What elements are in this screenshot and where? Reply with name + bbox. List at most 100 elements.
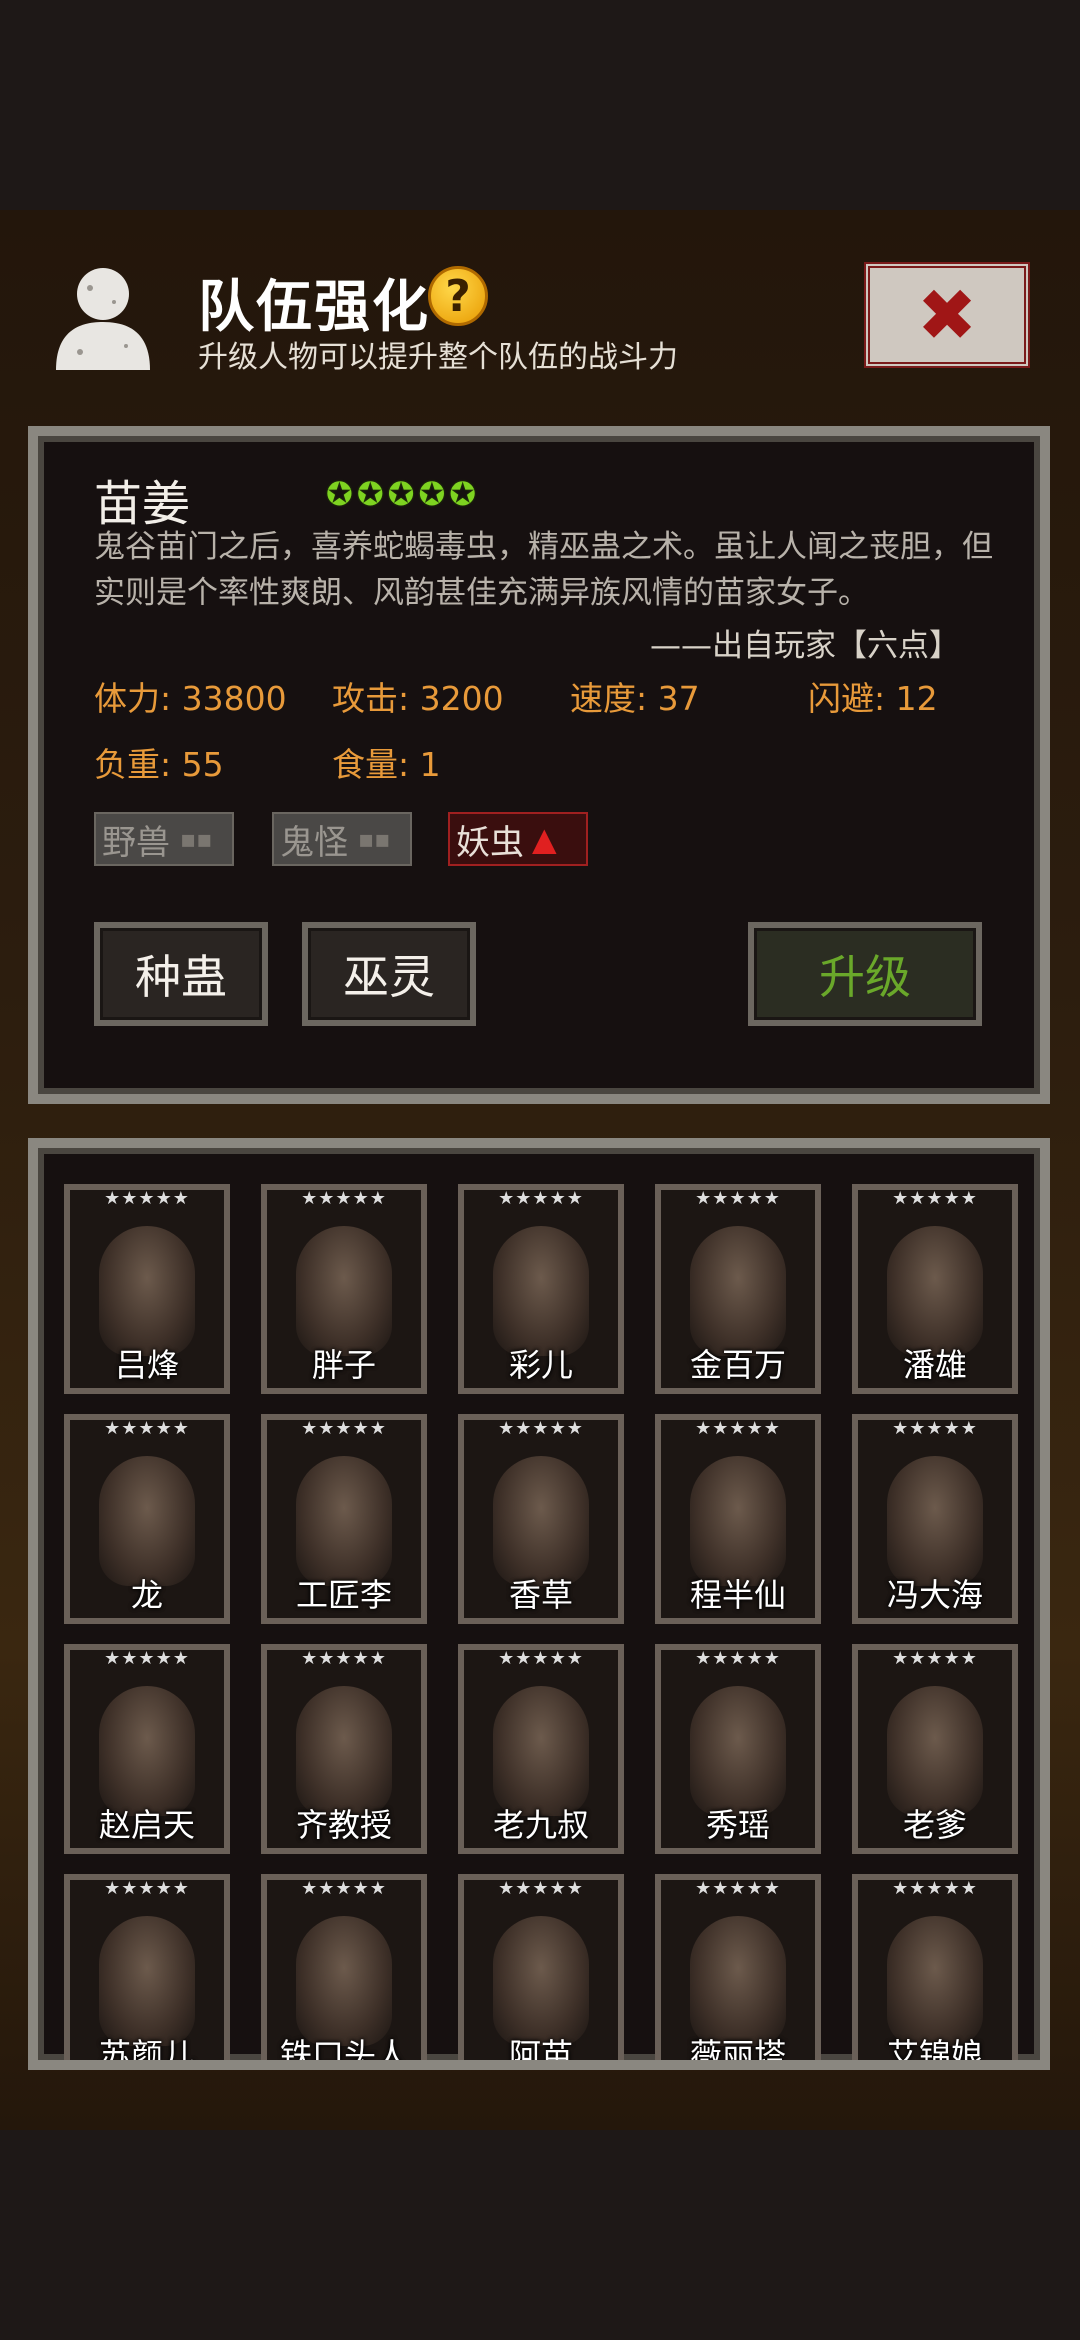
card-stars: ★★★★★ <box>498 1878 584 1899</box>
upgrade-button[interactable]: 升级 <box>748 922 982 1026</box>
help-icon[interactable]: ? <box>428 266 488 326</box>
stat-speed: 速度: 37 <box>570 679 700 718</box>
page-subtitle: 升级人物可以提升整个队伍的战斗力 <box>198 340 678 375</box>
character-card-name: 潘雄 <box>902 1346 967 1384</box>
character-card[interactable]: ★★★★★ 老九叔 <box>458 1644 624 1854</box>
stat-load: 负重: 55 <box>94 745 224 784</box>
seed-gu-button[interactable]: 种蛊 <box>94 922 268 1026</box>
character-card[interactable]: ★★★★★ 阿苗 <box>458 1874 624 2070</box>
character-card-name: 胖子 <box>311 1346 376 1384</box>
character-card-name: 老九叔 <box>492 1806 589 1844</box>
character-card[interactable]: ★★★★★ 金百万 <box>655 1184 821 1394</box>
character-card-name: 阿苗 <box>508 2036 573 2070</box>
character-portrait <box>296 1686 392 1816</box>
character-card[interactable]: ★★★★★ 潘雄 <box>852 1184 1018 1394</box>
card-stars: ★★★★★ <box>104 1878 190 1899</box>
character-card-name: 香草 <box>508 1576 573 1614</box>
close-button[interactable]: ✖ <box>864 262 1030 368</box>
character-card[interactable]: ★★★★★ 工匠李 <box>261 1414 427 1624</box>
character-card[interactable]: ★★★★★ 彩儿 <box>458 1184 624 1394</box>
card-stars: ★★★★★ <box>892 1878 978 1899</box>
character-card-name: 彩儿 <box>508 1346 573 1384</box>
character-card[interactable]: ★★★★★ 赵启天 <box>64 1644 230 1854</box>
character-portrait <box>887 1686 983 1816</box>
character-portrait <box>887 1226 983 1356</box>
tag-insect: 妖虫 ▲ <box>448 812 588 866</box>
person-silhouette-icon <box>56 268 150 370</box>
character-portrait <box>690 1226 786 1356</box>
card-stars: ★★★★★ <box>498 1188 584 1209</box>
tag-beast: 野兽 ▪▪ <box>94 812 234 866</box>
character-portrait <box>493 1686 589 1816</box>
character-card-name: 冯大海 <box>886 1576 983 1614</box>
character-portrait <box>99 1226 195 1356</box>
character-card-name: 秀瑶 <box>705 1806 770 1844</box>
card-stars: ★★★★★ <box>301 1418 387 1439</box>
star-icon: ✪ <box>449 475 477 513</box>
character-card[interactable]: ★★★★★ 香草 <box>458 1414 624 1624</box>
character-card[interactable]: ★★★★★ 冯大海 <box>852 1414 1018 1624</box>
character-card[interactable]: ★★★★★ 秀瑶 <box>655 1644 821 1854</box>
character-portrait <box>690 1686 786 1816</box>
character-card[interactable]: ★★★★★ 老爹 <box>852 1644 1018 1854</box>
card-stars: ★★★★★ <box>695 1878 781 1899</box>
card-stars: ★★★★★ <box>892 1188 978 1209</box>
card-stars: ★★★★★ <box>892 1648 978 1669</box>
stat-stamina: 体力: 33800 <box>94 679 287 718</box>
character-card[interactable]: ★★★★★ 齐教授 <box>261 1644 427 1854</box>
star-icon: ✪ <box>326 475 353 513</box>
bottom-bar <box>0 2130 1080 2340</box>
character-card[interactable]: ★★★★★ 薇丽塔 <box>655 1874 821 2070</box>
page-title: 队伍强化 <box>198 275 430 340</box>
close-x-icon: ✖ <box>916 273 978 357</box>
character-card-name: 龙 <box>130 1576 163 1614</box>
character-card[interactable]: ★★★★★ 胖子 <box>261 1184 427 1394</box>
stat-attack: 攻击: 3200 <box>332 679 504 718</box>
card-stars: ★★★★★ <box>104 1188 190 1209</box>
stat-dodge: 闪避: 12 <box>808 679 938 718</box>
character-portrait <box>493 1456 589 1586</box>
character-card[interactable]: ★★★★★ 龙 <box>64 1414 230 1624</box>
character-card[interactable]: ★★★★★ 铁口头人 <box>261 1874 427 2060</box>
character-card[interactable]: ★★★★★ 程半仙 <box>655 1414 821 1624</box>
character-portrait <box>99 1916 195 2046</box>
card-stars: ★★★★★ <box>695 1648 781 1669</box>
card-stars: ★★★★★ <box>695 1188 781 1209</box>
stat-appetite: 食量: 1 <box>332 745 441 784</box>
character-portrait <box>99 1686 195 1816</box>
character-portrait <box>296 1916 392 2046</box>
spirit-button[interactable]: 巫灵 <box>302 922 476 1026</box>
card-stars: ★★★★★ <box>892 1418 978 1439</box>
card-stars: ★★★★★ <box>498 1648 584 1669</box>
character-portrait <box>493 1916 589 2046</box>
character-portrait <box>493 1226 589 1356</box>
character-card-name: 吕烽 <box>114 1346 179 1384</box>
character-portrait <box>99 1456 195 1586</box>
character-card[interactable]: ★★★★★ 吕烽 <box>64 1184 230 1394</box>
character-card-name: 程半仙 <box>689 1576 786 1614</box>
card-stars: ★★★★★ <box>695 1418 781 1439</box>
character-card-name: 齐教授 <box>295 1806 392 1844</box>
card-stars: ★★★★★ <box>301 1878 387 1899</box>
character-portrait <box>690 1916 786 2046</box>
character-card-name: 苏颜儿 <box>98 2036 195 2070</box>
character-portrait <box>296 1226 392 1356</box>
character-portrait <box>296 1456 392 1586</box>
character-grid: ★★★★★ 吕烽 ★★★★★ 胖子 ★★★★★ 彩儿 ★★★★★ 金百万 ★★★★★ 潘雄 ★★★★… <box>28 1138 1050 2070</box>
character-portrait <box>887 1916 983 2046</box>
character-card[interactable]: ★★★★★ 苏颜儿 <box>64 1874 230 2070</box>
character-source: ——出自玩家【六点】 <box>650 628 960 664</box>
star-icon: ✪ <box>418 475 446 513</box>
card-stars: ★★★★★ <box>104 1418 190 1439</box>
arrow-up-icon: ▲ <box>532 820 557 858</box>
character-card-name: 赵启天 <box>98 1806 195 1844</box>
character-card-name: 金百万 <box>689 1346 786 1384</box>
character-description: 鬼谷苗门之后，喜养蛇蝎毒虫，精巫蛊之术。虽让人闻之丧胆，但实则是个率性爽朗、风韵… <box>94 529 993 611</box>
character-portrait <box>690 1456 786 1586</box>
character-card-name: 工匠李 <box>295 1576 392 1614</box>
character-card[interactable]: ★★★★★ 艾锦娘 <box>852 1874 1018 2060</box>
star-icon: ✪ <box>356 475 384 513</box>
character-card-name: 薇丽塔 <box>689 2036 786 2070</box>
star-icon: ✪ <box>387 475 415 513</box>
card-stars: ★★★★★ <box>498 1418 584 1439</box>
